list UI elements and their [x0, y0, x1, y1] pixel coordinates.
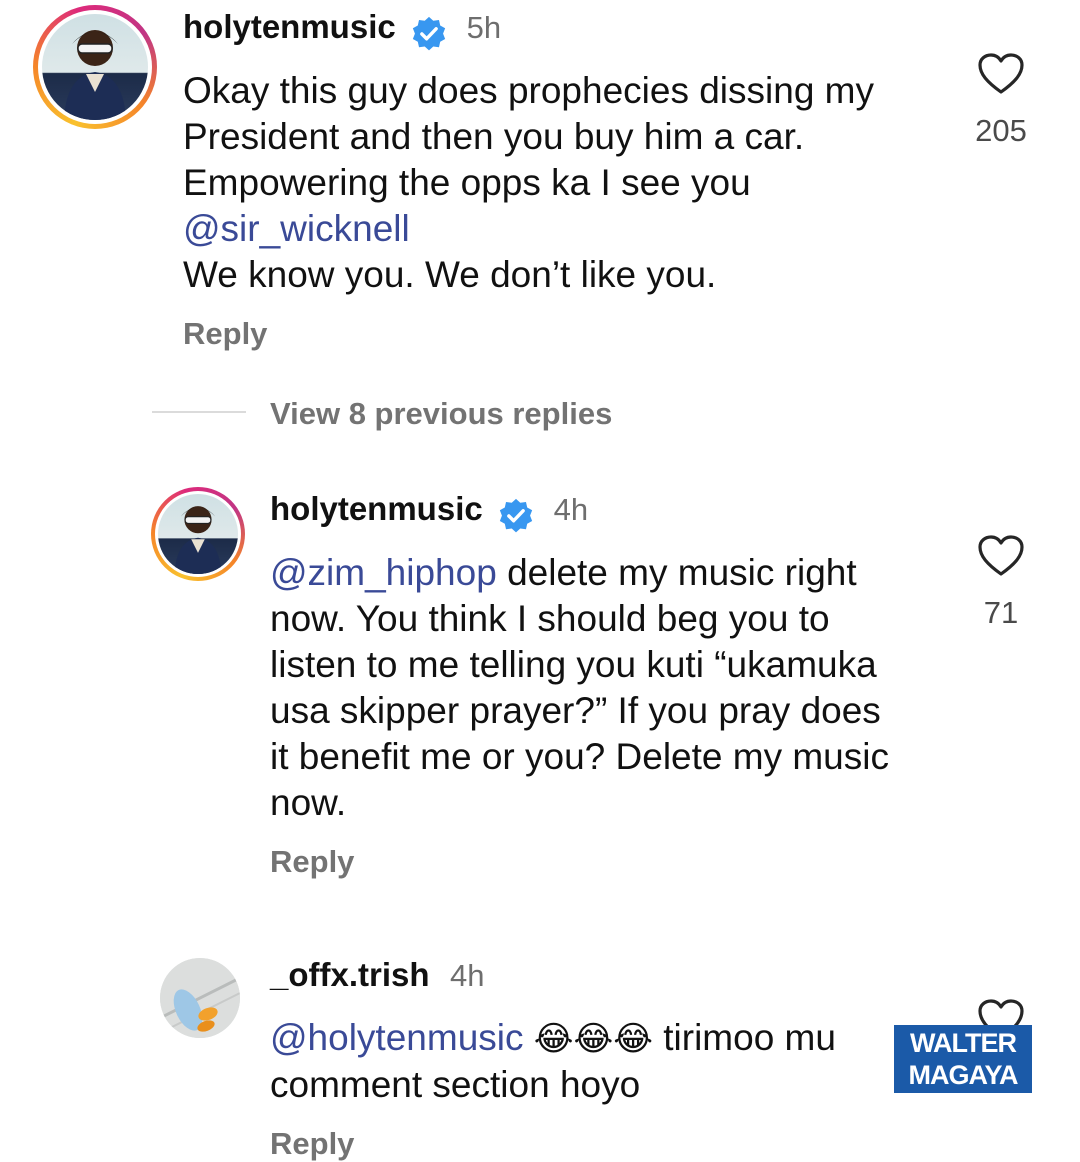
- heart-icon[interactable]: [977, 534, 1025, 578]
- profile-photo: [174, 506, 222, 574]
- avatar[interactable]: [151, 487, 245, 581]
- comment-text: @holytenmusic 😂😂😂 tirimoo mu comment sec…: [270, 1015, 890, 1108]
- mention-link[interactable]: @holytenmusic: [270, 1017, 524, 1058]
- reply-button[interactable]: Reply: [270, 1126, 354, 1162]
- watermark-line: WALTER: [910, 1028, 1017, 1058]
- comment-line: We know you. We don’t like you.: [183, 254, 717, 295]
- comment-text: Okay this guy does prophecies dissing my…: [183, 68, 943, 298]
- mention-link[interactable]: @zim_hiphop: [270, 552, 497, 593]
- profile-photo: [64, 30, 126, 120]
- avatar[interactable]: [160, 958, 240, 1038]
- watermark-logo: WALTER MAGAYA: [894, 1025, 1032, 1093]
- comment-line-text: tirimoo mu: [652, 1017, 836, 1058]
- avatar[interactable]: [33, 5, 157, 129]
- comment-line: listen to me telling you kuti “ukamuka: [270, 644, 877, 685]
- comment-time: 5h: [466, 10, 502, 45]
- comment-line: Okay this guy does prophecies dissing my: [183, 70, 875, 111]
- reply-button[interactable]: Reply: [183, 316, 267, 352]
- comment-line: President and then you buy him a car.: [183, 116, 805, 157]
- comment-line: @zim_hiphop delete my music right: [270, 550, 950, 596]
- comment-header: holytenmusic 4h: [270, 490, 588, 535]
- reply-button[interactable]: Reply: [270, 844, 354, 880]
- profile-photo: [160, 958, 240, 1038]
- like-count: 71: [983, 595, 1019, 630]
- comment-text: @zim_hiphop delete my music right now. Y…: [270, 550, 950, 826]
- username[interactable]: holytenmusic: [270, 490, 483, 527]
- comment-line: comment section hoyo: [270, 1064, 641, 1105]
- comment-time: 4h: [553, 492, 589, 527]
- comment-header: holytenmusic 5h: [183, 8, 501, 53]
- comment-line: Empowering the opps ka I see you: [183, 162, 751, 203]
- emoji-laughing-icon: 😂😂😂: [533, 1020, 653, 1058]
- comment-line: it benefit me or you? Delete my music: [270, 736, 889, 777]
- username[interactable]: _offx.trish: [270, 956, 430, 993]
- comment-time: 4h: [449, 958, 485, 993]
- comment-header: _offx.trish 4h: [270, 956, 484, 994]
- watermark-line: MAGAYA: [908, 1060, 1018, 1090]
- comment-line: now. You think I should beg you to: [270, 598, 830, 639]
- comment-line: now.: [270, 782, 347, 823]
- verified-badge-icon: [413, 16, 446, 51]
- divider: [152, 411, 246, 413]
- comment-line: @holytenmusic 😂😂😂 tirimoo mu: [270, 1015, 890, 1062]
- mention-link[interactable]: @sir_wicknell: [183, 206, 943, 252]
- username[interactable]: holytenmusic: [183, 8, 396, 45]
- comment-line-text: delete my music right: [496, 552, 857, 593]
- like-count: 205: [975, 113, 1027, 148]
- heart-icon[interactable]: [977, 52, 1025, 96]
- view-previous-replies-button[interactable]: View 8 previous replies: [270, 396, 612, 432]
- verified-badge-icon: [500, 498, 533, 533]
- comment-line: usa skipper prayer?” If you pray does: [270, 690, 881, 731]
